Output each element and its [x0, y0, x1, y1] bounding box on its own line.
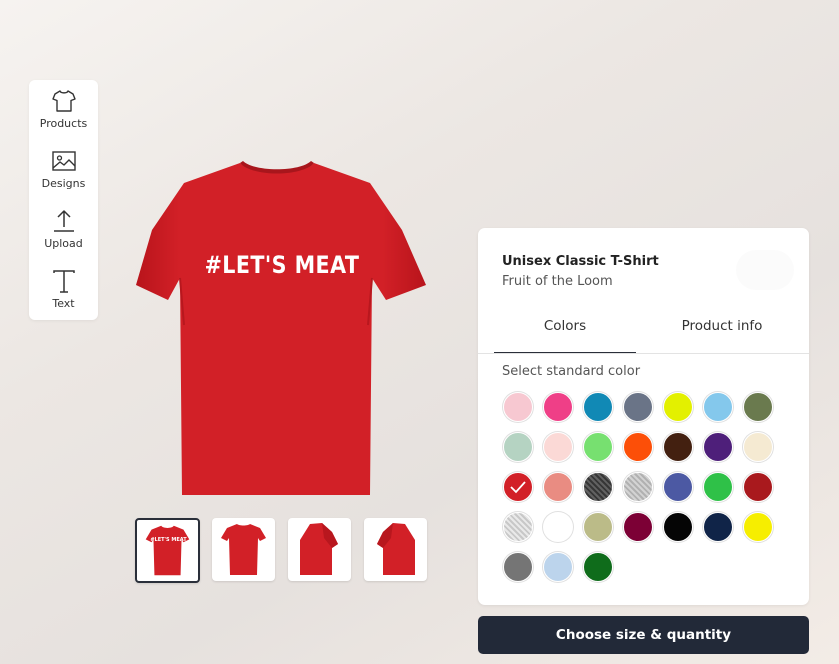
product-brand: Fruit of the Loom — [502, 274, 613, 289]
color-swatch[interactable] — [543, 432, 573, 462]
tabs-divider — [478, 353, 809, 354]
tool-sidebar: Products Designs Upload Text — [29, 80, 98, 320]
thumbnail-back[interactable] — [212, 518, 275, 581]
color-swatch[interactable] — [703, 392, 733, 422]
tshirt-icon — [51, 90, 76, 112]
color-swatch[interactable] — [503, 392, 533, 422]
color-swatch[interactable] — [703, 512, 733, 542]
tshirt-mockup — [136, 161, 426, 495]
color-swatch[interactable] — [543, 552, 573, 582]
color-swatch[interactable] — [503, 552, 533, 582]
color-swatch[interactable] — [503, 432, 533, 462]
color-swatch[interactable] — [743, 512, 773, 542]
shirt-preview[interactable]: #LET'S MEAT — [132, 160, 432, 500]
text-tool[interactable]: Text — [29, 260, 98, 320]
color-swatch[interactable] — [743, 432, 773, 462]
color-swatch[interactable] — [583, 512, 613, 542]
color-swatch[interactable] — [743, 392, 773, 422]
product-panel: Unisex Classic T-Shirt Fruit of the Loom… — [478, 228, 809, 605]
color-swatch[interactable] — [543, 472, 573, 502]
color-swatch[interactable] — [703, 472, 733, 502]
designs-label: Designs — [41, 177, 86, 190]
products-tool[interactable]: Products — [29, 80, 98, 140]
upload-label: Upload — [44, 237, 83, 250]
color-swatch[interactable] — [543, 512, 573, 542]
color-swatch[interactable] — [703, 432, 733, 462]
thumb-front-shirt — [145, 525, 190, 576]
color-swatch[interactable] — [503, 512, 533, 542]
tab-product-info[interactable]: Product info — [646, 318, 798, 352]
thumbnail-left-sleeve[interactable] — [288, 518, 351, 581]
upload-icon — [53, 210, 74, 232]
color-swatch-selected[interactable] — [503, 472, 533, 502]
color-swatch[interactable] — [583, 552, 613, 582]
image-icon — [51, 151, 76, 171]
thumb-right-sleeve-shirt — [377, 523, 415, 575]
color-swatch[interactable] — [623, 432, 653, 462]
products-label: Products — [39, 117, 88, 130]
thumb-front-text: #LET'S MEAT — [150, 537, 187, 543]
color-swatch[interactable] — [543, 392, 573, 422]
text-label: Text — [52, 297, 75, 310]
color-swatch[interactable] — [623, 472, 653, 502]
thumb-back-shirt — [221, 524, 266, 575]
color-swatch[interactable] — [663, 392, 693, 422]
color-swatch[interactable] — [623, 512, 653, 542]
color-swatch[interactable] — [663, 512, 693, 542]
tab-colors[interactable]: Colors — [494, 318, 636, 354]
checkmark-icon — [510, 481, 526, 494]
color-swatch[interactable] — [623, 392, 653, 422]
color-swatch[interactable] — [663, 432, 693, 462]
color-swatch[interactable] — [743, 472, 773, 502]
color-swatch[interactable] — [583, 432, 613, 462]
thumbnail-front[interactable]: #LET'S MEAT — [135, 518, 200, 583]
color-swatch[interactable] — [583, 472, 613, 502]
designs-tool[interactable]: Designs — [29, 140, 98, 200]
product-badge-placeholder — [736, 250, 794, 290]
design-text[interactable]: #LET'S MEAT — [153, 251, 411, 279]
thumbnail-right-sleeve[interactable] — [364, 518, 427, 581]
select-color-label: Select standard color — [502, 364, 641, 379]
thumb-left-sleeve-shirt — [300, 523, 338, 575]
text-icon — [52, 270, 75, 293]
color-swatch[interactable] — [583, 392, 613, 422]
upload-tool[interactable]: Upload — [29, 200, 98, 260]
color-swatch[interactable] — [663, 472, 693, 502]
choose-size-button[interactable]: Choose size & quantity — [478, 616, 809, 654]
product-title: Unisex Classic T-Shirt — [502, 254, 659, 269]
